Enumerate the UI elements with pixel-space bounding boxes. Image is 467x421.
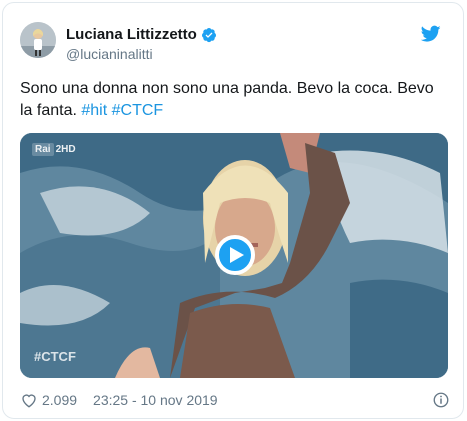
channel-logo-number: 2HD: [55, 144, 76, 155]
info-icon[interactable]: [432, 391, 450, 409]
author-handle[interactable]: @lucianinalitti: [66, 46, 153, 62]
tweet-card[interactable]: Luciana Littizzetto @lucianinalitti Sono…: [2, 2, 464, 419]
video-thumbnail[interactable]: Rai 2HD #CTCF: [20, 133, 448, 378]
hashtag-ctcf[interactable]: #CTCF: [112, 102, 164, 119]
video-watermark: #CTCF: [34, 349, 76, 364]
tweet-text: Sono una donna non sono una panda. Bevo …: [20, 78, 440, 122]
hashtag-hit[interactable]: #hit: [81, 102, 107, 119]
avatar[interactable]: [20, 22, 56, 58]
twitter-bird-icon[interactable]: [421, 25, 441, 43]
tweet-timestamp[interactable]: 23:25 - 10 nov 2019: [93, 392, 218, 408]
tweet-footer: 2.099 23:25 - 10 nov 2019: [20, 390, 450, 410]
heart-icon: [22, 394, 36, 408]
play-button[interactable]: [215, 235, 255, 275]
like-button[interactable]: 2.099: [20, 391, 77, 409]
channel-logo-rai: Rai: [32, 143, 54, 156]
like-count: 2.099: [42, 392, 78, 408]
author-name[interactable]: Luciana Littizzetto: [66, 26, 197, 43]
verified-icon: [201, 27, 216, 42]
author-name-row[interactable]: Luciana Littizzetto: [66, 26, 217, 43]
play-icon: [229, 247, 244, 263]
channel-logo: Rai 2HD: [32, 143, 76, 156]
